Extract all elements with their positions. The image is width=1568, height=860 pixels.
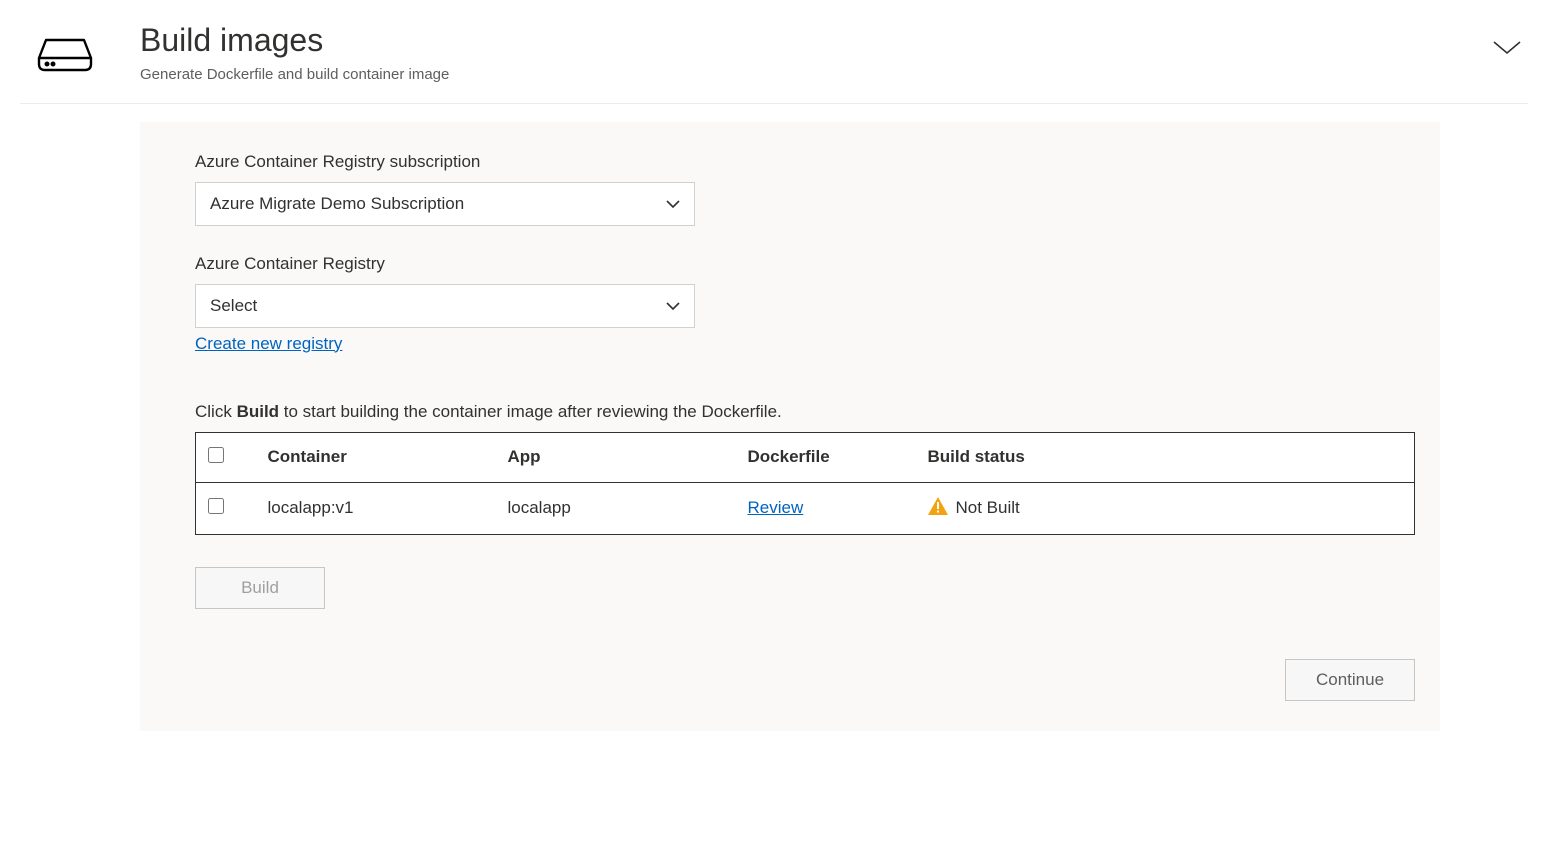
build-button[interactable]: Build — [195, 567, 325, 609]
content-panel: Azure Container Registry subscription Az… — [140, 122, 1440, 731]
row-checkbox[interactable] — [208, 498, 224, 514]
collapse-chevron-icon[interactable] — [1492, 20, 1528, 59]
select-all-checkbox[interactable] — [208, 447, 224, 463]
table-row: localapp:v1 localapp Review — [196, 482, 1415, 534]
disk-icon — [20, 20, 110, 72]
subscription-label: Azure Container Registry subscription — [195, 152, 1385, 172]
table-header-row: Container App Dockerfile Build status — [196, 432, 1415, 482]
header-app: App — [496, 432, 736, 482]
review-dockerfile-link[interactable]: Review — [748, 498, 804, 517]
page-title: Build images — [140, 20, 1462, 62]
warning-icon — [928, 497, 948, 520]
build-instruction: Click Build to start building the contai… — [195, 402, 1385, 422]
subscription-select-value: Azure Migrate Demo Subscription — [210, 194, 464, 214]
create-registry-link[interactable]: Create new registry — [195, 334, 342, 354]
cell-dockerfile: Review — [736, 482, 916, 534]
instruction-suffix: to start building the container image af… — [279, 402, 782, 421]
chevron-down-icon — [666, 296, 680, 316]
header-container: Container — [256, 432, 496, 482]
instruction-bold: Build — [237, 402, 280, 421]
registry-select-value: Select — [210, 296, 257, 316]
subscription-select[interactable]: Azure Migrate Demo Subscription — [195, 182, 695, 226]
header-status: Build status — [916, 432, 1415, 482]
continue-button[interactable]: Continue — [1285, 659, 1415, 701]
subscription-field-group: Azure Container Registry subscription Az… — [195, 152, 1385, 226]
header-checkbox-cell — [196, 432, 256, 482]
registry-select[interactable]: Select — [195, 284, 695, 328]
chevron-down-icon — [666, 194, 680, 214]
page-subtitle: Generate Dockerfile and build container … — [140, 66, 1462, 83]
registry-field-group: Azure Container Registry Select Create n… — [195, 254, 1385, 354]
status-text: Not Built — [956, 498, 1020, 518]
row-checkbox-cell — [196, 482, 256, 534]
instruction-prefix: Click — [195, 402, 237, 421]
cell-status: Not Built — [916, 482, 1415, 534]
cell-container: localapp:v1 — [256, 482, 496, 534]
footer-row: Continue — [195, 659, 1415, 701]
header-dockerfile: Dockerfile — [736, 432, 916, 482]
cell-app: localapp — [496, 482, 736, 534]
page-header: Build images Generate Dockerfile and bui… — [20, 20, 1528, 104]
containers-table: Container App Dockerfile Build status lo… — [195, 432, 1415, 535]
registry-label: Azure Container Registry — [195, 254, 1385, 274]
